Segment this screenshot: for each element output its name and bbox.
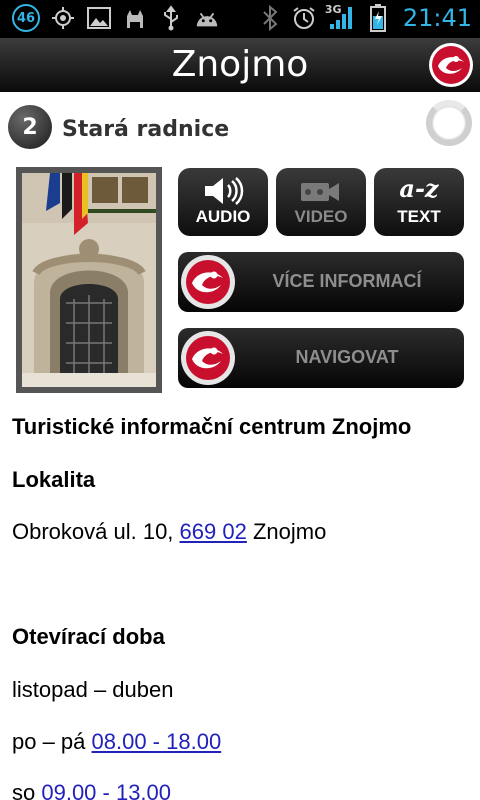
image-icon <box>86 5 112 31</box>
season-text: listopad – duben <box>12 677 174 702</box>
app-logo-icon[interactable] <box>428 42 474 88</box>
info-heading: Turistické informační centrum Znojmo <box>12 414 412 439</box>
navigate-button[interactable]: NAVIGOVAT <box>178 328 464 388</box>
battery-icon <box>365 4 391 32</box>
audio-button[interactable]: AUDIO <box>178 168 268 236</box>
text-button[interactable]: a-z TEXT <box>374 168 464 236</box>
alarm-icon <box>291 5 317 31</box>
more-info-button[interactable]: VÍCE INFORMACÍ <box>178 252 464 312</box>
title-bar: Znojmo <box>0 38 480 92</box>
opening-hours-label: Otevírací doba <box>12 624 165 649</box>
weekday-label: po – pá <box>12 729 92 754</box>
poi-photo[interactable] <box>16 167 162 393</box>
notification-count-badge: 46 <box>12 4 40 32</box>
address: Obroková ul. 10, 669 02 Znojmo <box>12 519 326 545</box>
gps-icon <box>50 5 76 31</box>
bluetooth-icon <box>257 5 283 31</box>
video-button[interactable]: VIDEO <box>276 168 366 236</box>
address-street: Obroková ul. 10, <box>12 519 180 544</box>
loading-spinner-icon <box>426 100 472 146</box>
address-city: Znojmo <box>246 519 327 544</box>
saturday-hours-link[interactable]: 09.00 - 13.00 <box>41 780 171 800</box>
signal-icon: 3G <box>325 3 357 31</box>
logo-icon <box>180 330 236 386</box>
logo-icon <box>180 254 236 310</box>
android-icon <box>194 5 220 31</box>
clock: 21:41 <box>402 4 472 32</box>
saturday-label: so <box>12 780 42 800</box>
a-z-icon: a-z <box>399 174 439 203</box>
speaker-icon <box>178 176 268 206</box>
saturday-hours: so 09.00 - 13.00 <box>12 780 171 800</box>
status-bar: 46 3G 21:41 <box>0 0 480 38</box>
page-title: Znojmo <box>171 44 309 85</box>
locality-label: Lokalita <box>12 467 96 492</box>
video-camera-icon <box>276 176 366 206</box>
postcode-link[interactable]: 669 02 <box>180 519 247 544</box>
usb-icon <box>158 5 184 31</box>
cat-icon <box>122 5 148 31</box>
poi-name: Stará radnice <box>62 117 230 142</box>
weekday-hours: po – pá 08.00 - 18.00 <box>12 729 221 755</box>
weekday-hours-link[interactable]: 08.00 - 18.00 <box>92 729 222 754</box>
poi-number-badge: 2 <box>8 105 52 149</box>
